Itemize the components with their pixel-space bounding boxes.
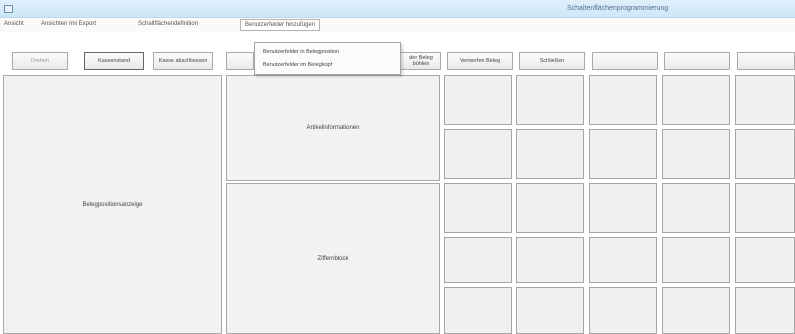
grid-button[interactable] bbox=[662, 183, 730, 233]
grid-button[interactable] bbox=[444, 287, 512, 334]
grid-button[interactable] bbox=[444, 183, 512, 233]
grid-button[interactable] bbox=[516, 287, 584, 334]
grid-button[interactable] bbox=[662, 287, 730, 334]
empty-toolbar-button[interactable] bbox=[664, 52, 730, 70]
grid-button[interactable] bbox=[444, 75, 512, 125]
grid-button[interactable] bbox=[516, 75, 584, 125]
grid-button[interactable] bbox=[662, 75, 730, 125]
grid-button[interactable] bbox=[444, 237, 512, 283]
dropdown-item-belegposition[interactable]: Benutzerfelder in Belegposition bbox=[263, 49, 339, 55]
schliessen-button[interactable]: Schließen bbox=[519, 52, 585, 70]
menu-ansicht[interactable]: Ansicht bbox=[4, 21, 24, 27]
grid-button[interactable] bbox=[662, 129, 730, 179]
dropdown-item-belegkopf[interactable]: Benutzerfelder im Belegkopf bbox=[263, 62, 332, 68]
menu-bar: Ansicht Ansichten Imi Export Schaltfläch… bbox=[0, 18, 795, 32]
menu-ansichten-export[interactable]: Ansichten Imi Export bbox=[41, 21, 96, 27]
grid-button[interactable] bbox=[589, 129, 657, 179]
grid-button[interactable] bbox=[516, 237, 584, 283]
beleg-buchen-button[interactable]: der Beleg bühlen bbox=[397, 52, 441, 70]
belegpositionsanzeige-panel[interactable]: Belegpositionsanzeige bbox=[3, 75, 222, 334]
hidden-toolbar-button[interactable] bbox=[226, 52, 254, 70]
grid-button[interactable] bbox=[735, 287, 795, 334]
window-title: Schaltenflächenprogrammierung bbox=[567, 5, 669, 12]
grid-button[interactable] bbox=[589, 287, 657, 334]
grid-button[interactable] bbox=[735, 75, 795, 125]
grid-button[interactable] bbox=[589, 75, 657, 125]
drehen-button[interactable]: Drehen bbox=[12, 52, 68, 70]
verwerfen-beleg-button[interactable]: Verwerfen Beleg bbox=[447, 52, 513, 70]
grid-button[interactable] bbox=[516, 129, 584, 179]
artikelinformationen-panel[interactable]: Artikelinformationen bbox=[226, 75, 440, 181]
grid-button[interactable] bbox=[735, 183, 795, 233]
kassenstand-button[interactable]: Kassenstand bbox=[84, 52, 144, 70]
grid-button[interactable] bbox=[589, 183, 657, 233]
menu-schaltflaechendefinition[interactable]: Schaltflächendefinition bbox=[138, 21, 198, 27]
title-bar: Schaltenflächenprogrammierung bbox=[0, 0, 795, 18]
grid-button[interactable] bbox=[444, 129, 512, 179]
grid-button[interactable] bbox=[662, 237, 730, 283]
kasse-abschliessen-button[interactable]: Kasse abschliessen bbox=[153, 52, 213, 70]
grid-button[interactable] bbox=[735, 129, 795, 179]
grid-button[interactable] bbox=[735, 237, 795, 283]
app-window-icon bbox=[4, 5, 13, 13]
ziffernblock-panel[interactable]: Ziffernblock bbox=[226, 183, 440, 334]
benutzerfelder-dropdown-menu: Benutzerfelder in Belegposition Benutzer… bbox=[254, 42, 401, 75]
empty-toolbar-button[interactable] bbox=[737, 52, 795, 70]
grid-button[interactable] bbox=[516, 183, 584, 233]
empty-toolbar-button[interactable] bbox=[592, 52, 658, 70]
grid-button[interactable] bbox=[589, 237, 657, 283]
menu-benutzerfelder-hinzufuegen[interactable]: Benutzerfelder hinzufügen bbox=[240, 19, 321, 31]
